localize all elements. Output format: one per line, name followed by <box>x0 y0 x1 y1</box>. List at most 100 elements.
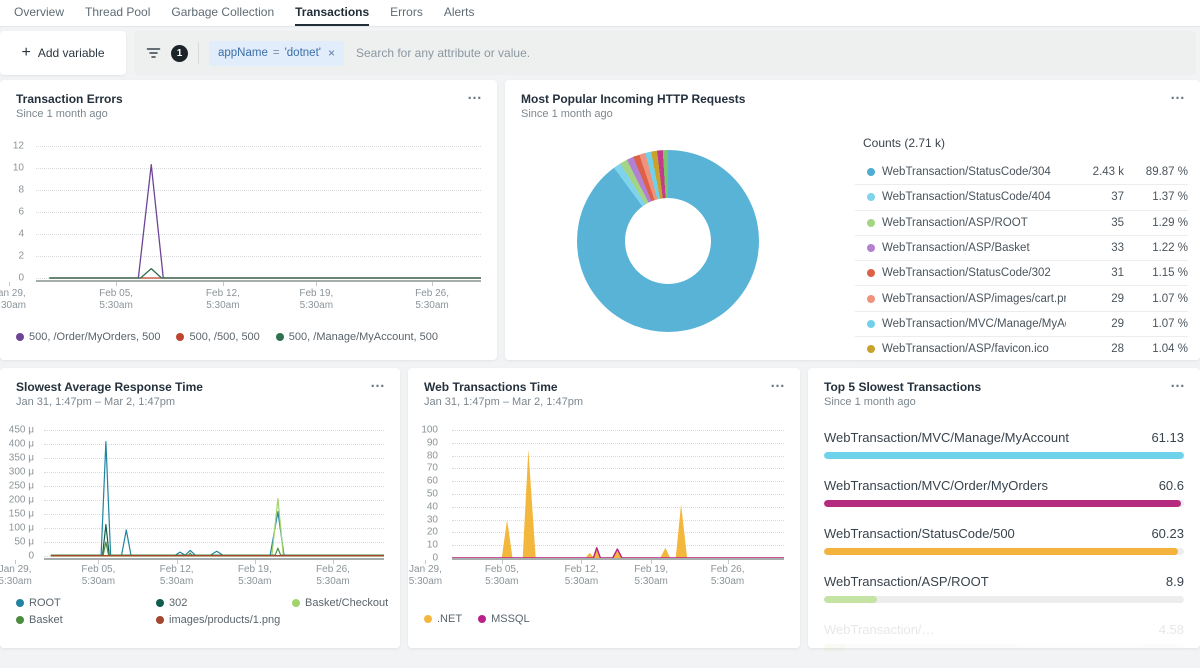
panel-menu-icon[interactable]: … <box>770 374 786 391</box>
panel-top5-slowest: Top 5 Slowest Transactions Since 1 month… <box>808 368 1200 648</box>
legend-item[interactable]: images/products/1.png <box>156 613 276 627</box>
add-variable-label: Add variable <box>38 46 105 60</box>
filter-funnel-icon[interactable] <box>146 47 161 59</box>
web-transactions-area-chart <box>452 430 784 558</box>
request-row[interactable]: WebTransaction/StatusCode/404 37 1.37 % <box>855 185 1188 210</box>
transaction-bar-row: WebTransaction/MVC/Order/MyOrders 60.6 <box>824 476 1184 507</box>
add-variable-button[interactable]: + Add variable <box>0 31 126 75</box>
response-time-line-chart <box>44 430 384 556</box>
chart-legend: ROOT 302 Basket/Checkout Basket images/produ… <box>16 596 388 627</box>
legend-item[interactable]: 302 <box>156 596 276 610</box>
plus-icon: + <box>21 45 30 61</box>
tab-errors[interactable]: Errors <box>390 0 423 26</box>
legend-item[interactable]: 500, /Manage/MyAccount, 500 <box>276 330 438 344</box>
tab-alerts[interactable]: Alerts <box>444 0 475 26</box>
legend-dot <box>156 599 164 607</box>
panel-menu-icon[interactable]: … <box>1170 374 1186 391</box>
x-axis-labels: Jan 29,5:30amFeb 05,5:30amFeb 12,5:30amF… <box>44 564 384 590</box>
transaction-bar-row: WebTransaction/StatusCode/500 60.23 <box>824 524 1184 555</box>
legend-item[interactable]: ROOT <box>16 596 140 610</box>
legend-dot <box>867 193 875 201</box>
divider <box>198 42 199 64</box>
bar-fill <box>824 452 1184 459</box>
panel-subtitle: Jan 31, 1:47pm – Mar 2, 1:47pm <box>424 396 583 408</box>
bar-track <box>824 596 1184 603</box>
legend-dot <box>176 333 184 341</box>
tab-thread-pool[interactable]: Thread Pool <box>85 0 150 26</box>
y-axis-labels: 450 μ400 μ350 μ300 μ250 μ200 μ150 μ100 μ… <box>0 430 40 556</box>
bar-fill <box>824 500 1181 507</box>
request-row[interactable]: WebTransaction/StatusCode/304 2.43 k 89.… <box>855 160 1188 185</box>
transaction-name: WebTransaction/StatusCode/500 <box>824 526 1015 541</box>
chip-close-icon[interactable]: × <box>328 46 335 60</box>
transaction-value: 8.9 <box>1166 574 1184 589</box>
legend-dot <box>478 615 486 623</box>
panel-menu-icon[interactable]: … <box>370 374 386 391</box>
panel-web-transactions-time: Web Transactions Time Jan 31, 1:47pm – M… <box>408 368 800 648</box>
donut-chart[interactable] <box>577 150 759 332</box>
legend-item[interactable]: MSSQL <box>478 612 530 626</box>
legend-dot <box>292 599 300 607</box>
filter-count-badge: 1 <box>171 45 188 62</box>
counts-header: Counts (2.71 k) <box>863 136 1188 152</box>
x-axis-line <box>452 558 784 560</box>
chart-legend: .NET MSSQL <box>424 612 530 626</box>
bar-fill <box>824 596 877 603</box>
filter-search-bar: 1 appName = 'dotnet' × <box>134 31 1196 75</box>
chip-value: 'dotnet' <box>285 47 321 59</box>
chip-field: appName <box>218 47 268 59</box>
legend-dot <box>867 345 875 353</box>
bar-fill <box>824 548 1178 555</box>
panel-menu-icon[interactable]: … <box>1170 86 1186 103</box>
x-axis-labels: Jan 29,5:30amFeb 05,5:30amFeb 12,5:30amF… <box>452 564 784 590</box>
request-row[interactable]: WebTransaction/ASP/images/cart.png 29 1.… <box>855 286 1188 311</box>
transaction-value: 4.58 <box>1159 622 1184 637</box>
transaction-value: 61.13 <box>1151 430 1184 445</box>
bar-track <box>824 644 1184 651</box>
bar-track <box>824 500 1184 507</box>
request-row[interactable]: WebTransaction/StatusCode/302 31 1.15 % <box>855 261 1188 286</box>
panel-subtitle: Since 1 month ago <box>16 108 108 120</box>
tab-garbage-collection[interactable]: Garbage Collection <box>171 0 274 26</box>
legend-dot <box>16 616 24 624</box>
errors-line-chart <box>36 146 481 278</box>
bar-fill <box>824 644 846 651</box>
top5-bar-list: WebTransaction/MVC/Manage/MyAccount 61.1… <box>824 428 1184 668</box>
transaction-name: WebTransaction/… <box>824 622 935 637</box>
request-row[interactable]: WebTransaction/ASP/favicon.ico 28 1.04 % <box>855 337 1188 362</box>
legend-item[interactable]: .NET <box>424 612 462 626</box>
legend-item[interactable]: 500, /Order/MyOrders, 500 <box>16 330 160 344</box>
tab-transactions[interactable]: Transactions <box>295 0 369 26</box>
tab-overview[interactable]: Overview <box>14 0 64 26</box>
legend-dot <box>424 615 432 623</box>
panel-title: Top 5 Slowest Transactions <box>824 380 981 394</box>
panel-subtitle: Jan 31, 1:47pm – Mar 2, 1:47pm <box>16 396 175 408</box>
legend-item[interactable]: Basket/Checkout <box>292 596 388 610</box>
panel-slowest-avg-response: Slowest Average Response Time Jan 31, 1:… <box>0 368 400 648</box>
panel-subtitle: Since 1 month ago <box>824 396 916 408</box>
panel-title: Transaction Errors <box>16 92 123 106</box>
legend-dot <box>16 599 24 607</box>
top-nav: Overview Thread Pool Garbage Collection … <box>0 0 1200 27</box>
panel-menu-icon[interactable]: … <box>467 86 483 103</box>
request-row[interactable]: WebTransaction/ASP/Basket 33 1.22 % <box>855 236 1188 261</box>
transaction-name: WebTransaction/MVC/Manage/MyAccount <box>824 430 1069 445</box>
legend-item[interactable]: 500, /500, 500 <box>176 330 259 344</box>
legend-item[interactable]: Basket <box>16 613 140 627</box>
request-row[interactable]: WebTransaction/ASP/ROOT 35 1.29 % <box>855 211 1188 236</box>
legend-dot <box>867 219 875 227</box>
x-axis-line <box>36 280 481 282</box>
y-axis-labels: 121086420 <box>0 146 30 278</box>
panel-title: Web Transactions Time <box>424 380 558 394</box>
panel-title: Most Popular Incoming HTTP Requests <box>521 92 745 106</box>
filter-chip-appname[interactable]: appName = 'dotnet' × <box>209 41 344 66</box>
legend-dot <box>867 295 875 303</box>
request-row[interactable]: WebTransaction/MVC/Manage/MyAccou… 29 1.… <box>855 312 1188 337</box>
panel-transaction-errors: Transaction Errors Since 1 month ago … 1… <box>0 80 497 360</box>
panel-subtitle: Since 1 month ago <box>521 108 613 120</box>
bar-track <box>824 452 1184 459</box>
chip-operator: = <box>273 47 280 59</box>
x-axis-line <box>44 558 384 560</box>
donut-hole <box>625 198 711 284</box>
search-input[interactable] <box>354 45 1184 61</box>
